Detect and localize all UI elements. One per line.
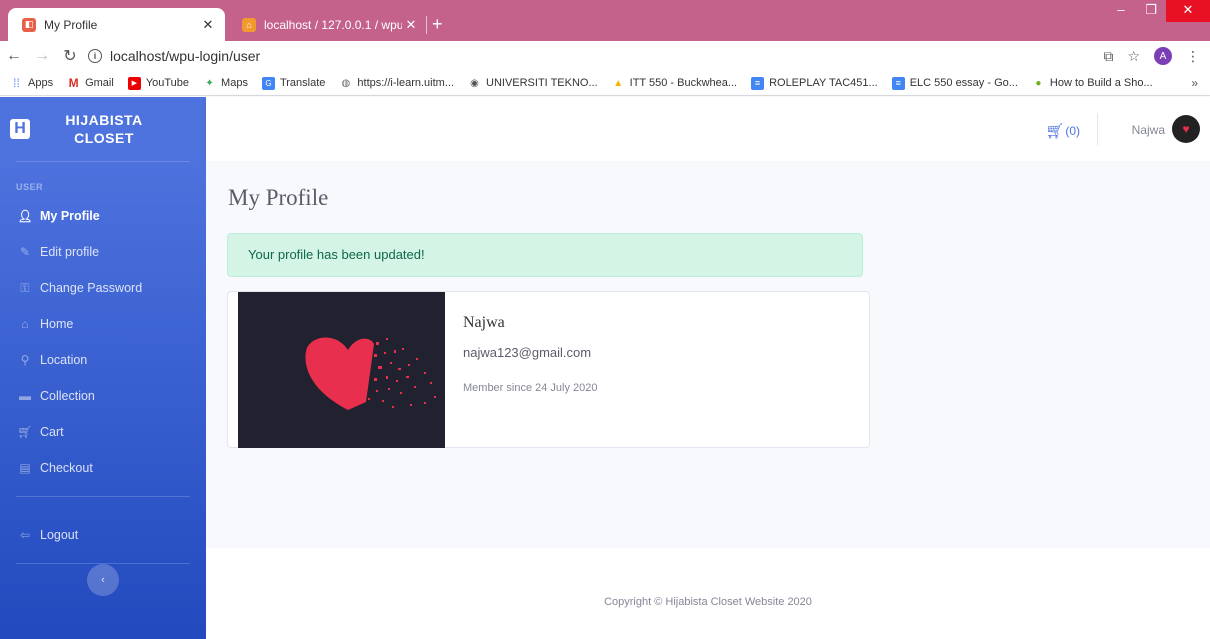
- docs-icon: ≡: [891, 76, 905, 90]
- brand-logo-icon: H: [10, 119, 30, 139]
- sign-out-icon: ⇦: [19, 528, 31, 542]
- bookmark-apps[interactable]: ⁞⁞ Apps: [10, 76, 53, 90]
- pixel-heart-icon: [305, 337, 436, 410]
- cart-icon: 🛒︎: [1045, 123, 1065, 140]
- close-tab-icon[interactable]: ✕: [402, 17, 420, 33]
- tab-my-profile[interactable]: ◧ My Profile ✕: [8, 8, 225, 41]
- bookmark-maps[interactable]: ✦ Maps: [203, 77, 248, 90]
- bookmark-ilearn[interactable]: ◍ https://i-learn.uitm...: [339, 77, 454, 90]
- close-window-icon[interactable]: ✕: [1166, 0, 1210, 22]
- back-arrow-icon[interactable]: ←: [0, 47, 28, 65]
- close-tab-icon[interactable]: ✕: [199, 17, 217, 33]
- docs-icon: ≡: [751, 76, 765, 90]
- bookmark-how-to-build[interactable]: ● How to Build a Sho...: [1032, 77, 1152, 90]
- bookmark-gmail[interactable]: M Gmail: [67, 76, 114, 90]
- sidebar-brand[interactable]: H HIJABISTA CLOSET: [0, 97, 206, 161]
- sidebar-item-edit-profile[interactable]: ✎ Edit profile: [0, 234, 206, 270]
- topbar-user-name[interactable]: Najwa: [1132, 123, 1165, 137]
- success-alert: Your profile has been updated!: [227, 233, 863, 277]
- site-favicon-icon: ◧: [22, 17, 36, 32]
- window-controls: – ❐ ✕: [1106, 0, 1210, 22]
- gmail-icon: M: [68, 76, 79, 90]
- credit-card-icon: ▤: [19, 461, 31, 475]
- phpmyadmin-favicon-icon: ⌂: [242, 17, 256, 32]
- globe-icon: ◉: [470, 77, 479, 89]
- translate-page-icon[interactable]: ⧉: [1103, 48, 1113, 65]
- copyright-text: Copyright © Hijabista Closet Website 202…: [604, 596, 812, 608]
- tab-title: My Profile: [44, 17, 98, 32]
- main-content: My Profile Your profile has been updated…: [206, 161, 1210, 548]
- profile-email: najwa123@gmail.com: [463, 345, 592, 360]
- sidebar-item-collection[interactable]: ▬ Collection: [0, 378, 206, 414]
- sidebar-item-checkout[interactable]: ▤ Checkout: [0, 450, 206, 486]
- minimize-icon[interactable]: –: [1106, 0, 1136, 22]
- bookmark-itt550[interactable]: ▲ ITT 550 - Buckwhea...: [612, 77, 737, 90]
- profile-image: [238, 292, 445, 448]
- more-bookmarks-icon[interactable]: »: [1191, 76, 1198, 90]
- url-text: localhost/wpu-login/user: [110, 48, 261, 64]
- store-icon: ▬: [19, 389, 31, 403]
- sidebar-item-home[interactable]: ⌂ Home: [0, 306, 206, 342]
- heart-icon: ♥: [1182, 122, 1190, 136]
- topbar-divider: [1097, 113, 1098, 145]
- drive-icon: ▲: [613, 77, 624, 89]
- address-bar[interactable]: i localhost/wpu-login/user: [88, 48, 260, 64]
- sidebar-item-cart[interactable]: 🛒︎ Cart: [0, 414, 206, 450]
- user-icon: 👤︎: [17, 209, 33, 223]
- home-icon: ⌂: [21, 317, 29, 331]
- forward-arrow-icon[interactable]: →: [28, 47, 56, 65]
- tab-phpmyadmin[interactable]: ⌂ localhost / 127.0.0.1 / wpu_login ✕: [228, 8, 428, 41]
- bookmark-star-icon[interactable]: ☆: [1127, 48, 1140, 65]
- page-title: My Profile: [228, 185, 329, 210]
- location-icon: ⚲: [20, 353, 30, 367]
- bookmarks-bar: ⁞⁞ Apps M Gmail ▶ YouTube ✦ Maps G Translate …: [0, 71, 1210, 96]
- key-icon: ⚿: [20, 280, 30, 295]
- globe-icon: ◍: [341, 77, 351, 89]
- cart-icon: 🛒︎: [17, 425, 33, 439]
- menu-dots-icon[interactable]: ⋮: [1186, 48, 1200, 65]
- sidebar-item-location[interactable]: ⚲ Location: [0, 342, 206, 378]
- topbar: 🛒︎ (0) Najwa ♥: [206, 97, 1210, 161]
- user-edit-icon: ✎: [19, 245, 31, 259]
- profile-avatar-icon[interactable]: A: [1154, 47, 1172, 65]
- leaf-icon: ●: [1035, 77, 1042, 89]
- sidebar-divider: [16, 496, 190, 497]
- translate-icon: G: [261, 76, 275, 90]
- browser-toolbar: ← → ↻ i localhost/wpu-login/user ⧉ ☆ A ⋮: [0, 41, 1210, 71]
- reload-icon[interactable]: ↻: [56, 46, 84, 66]
- topbar-cart-link[interactable]: 🛒︎ (0): [1045, 122, 1080, 140]
- sidebar: H HIJABISTA CLOSET USER 👤︎ My Profile ✎ Ed…: [0, 97, 206, 639]
- youtube-icon: ▶: [127, 76, 141, 90]
- toolbar-actions: ⧉ ☆ A ⋮: [1103, 47, 1200, 65]
- sidebar-item-my-profile[interactable]: 👤︎ My Profile: [0, 198, 206, 234]
- new-tab-icon[interactable]: +: [432, 15, 443, 33]
- bookmark-roleplay[interactable]: ≡ ROLEPLAY TAC451...: [751, 76, 878, 90]
- site-info-icon[interactable]: i: [88, 49, 102, 63]
- sidebar-item-logout[interactable]: ⇦ Logout: [0, 517, 206, 553]
- profile-card: Najwa najwa123@gmail.com Member since 24…: [227, 291, 870, 448]
- tab-separator: [426, 16, 427, 34]
- bookmark-universiti[interactable]: ◉ UNIVERSITI TEKNO...: [468, 77, 598, 90]
- bookmark-translate[interactable]: G Translate: [261, 76, 325, 90]
- member-since: Member since 24 July 2020: [463, 382, 598, 394]
- brand-name: HIJABISTA CLOSET: [65, 112, 143, 146]
- profile-name: Najwa: [463, 314, 505, 331]
- cart-count: (0): [1065, 124, 1080, 138]
- restore-icon[interactable]: ❐: [1136, 0, 1166, 22]
- avatar[interactable]: ♥: [1172, 115, 1200, 143]
- sidebar-item-change-password[interactable]: ⚿ Change Password: [0, 270, 206, 306]
- apps-icon: ⁞⁞: [13, 76, 20, 90]
- footer: Copyright © Hijabista Closet Website 202…: [206, 548, 1210, 639]
- browser-tab-bar: ◧ My Profile ✕ ⌂ localhost / 127.0.0.1 /…: [0, 0, 1210, 41]
- bookmark-youtube[interactable]: ▶ YouTube: [127, 76, 189, 90]
- maps-icon: ✦: [205, 77, 214, 89]
- tab-title: localhost / 127.0.0.1 / wpu_login: [264, 17, 402, 32]
- bookmark-elc550[interactable]: ≡ ELC 550 essay - Go...: [891, 76, 1018, 90]
- sidebar-heading: USER: [16, 182, 44, 192]
- sidebar-toggle-button[interactable]: ‹: [87, 564, 119, 596]
